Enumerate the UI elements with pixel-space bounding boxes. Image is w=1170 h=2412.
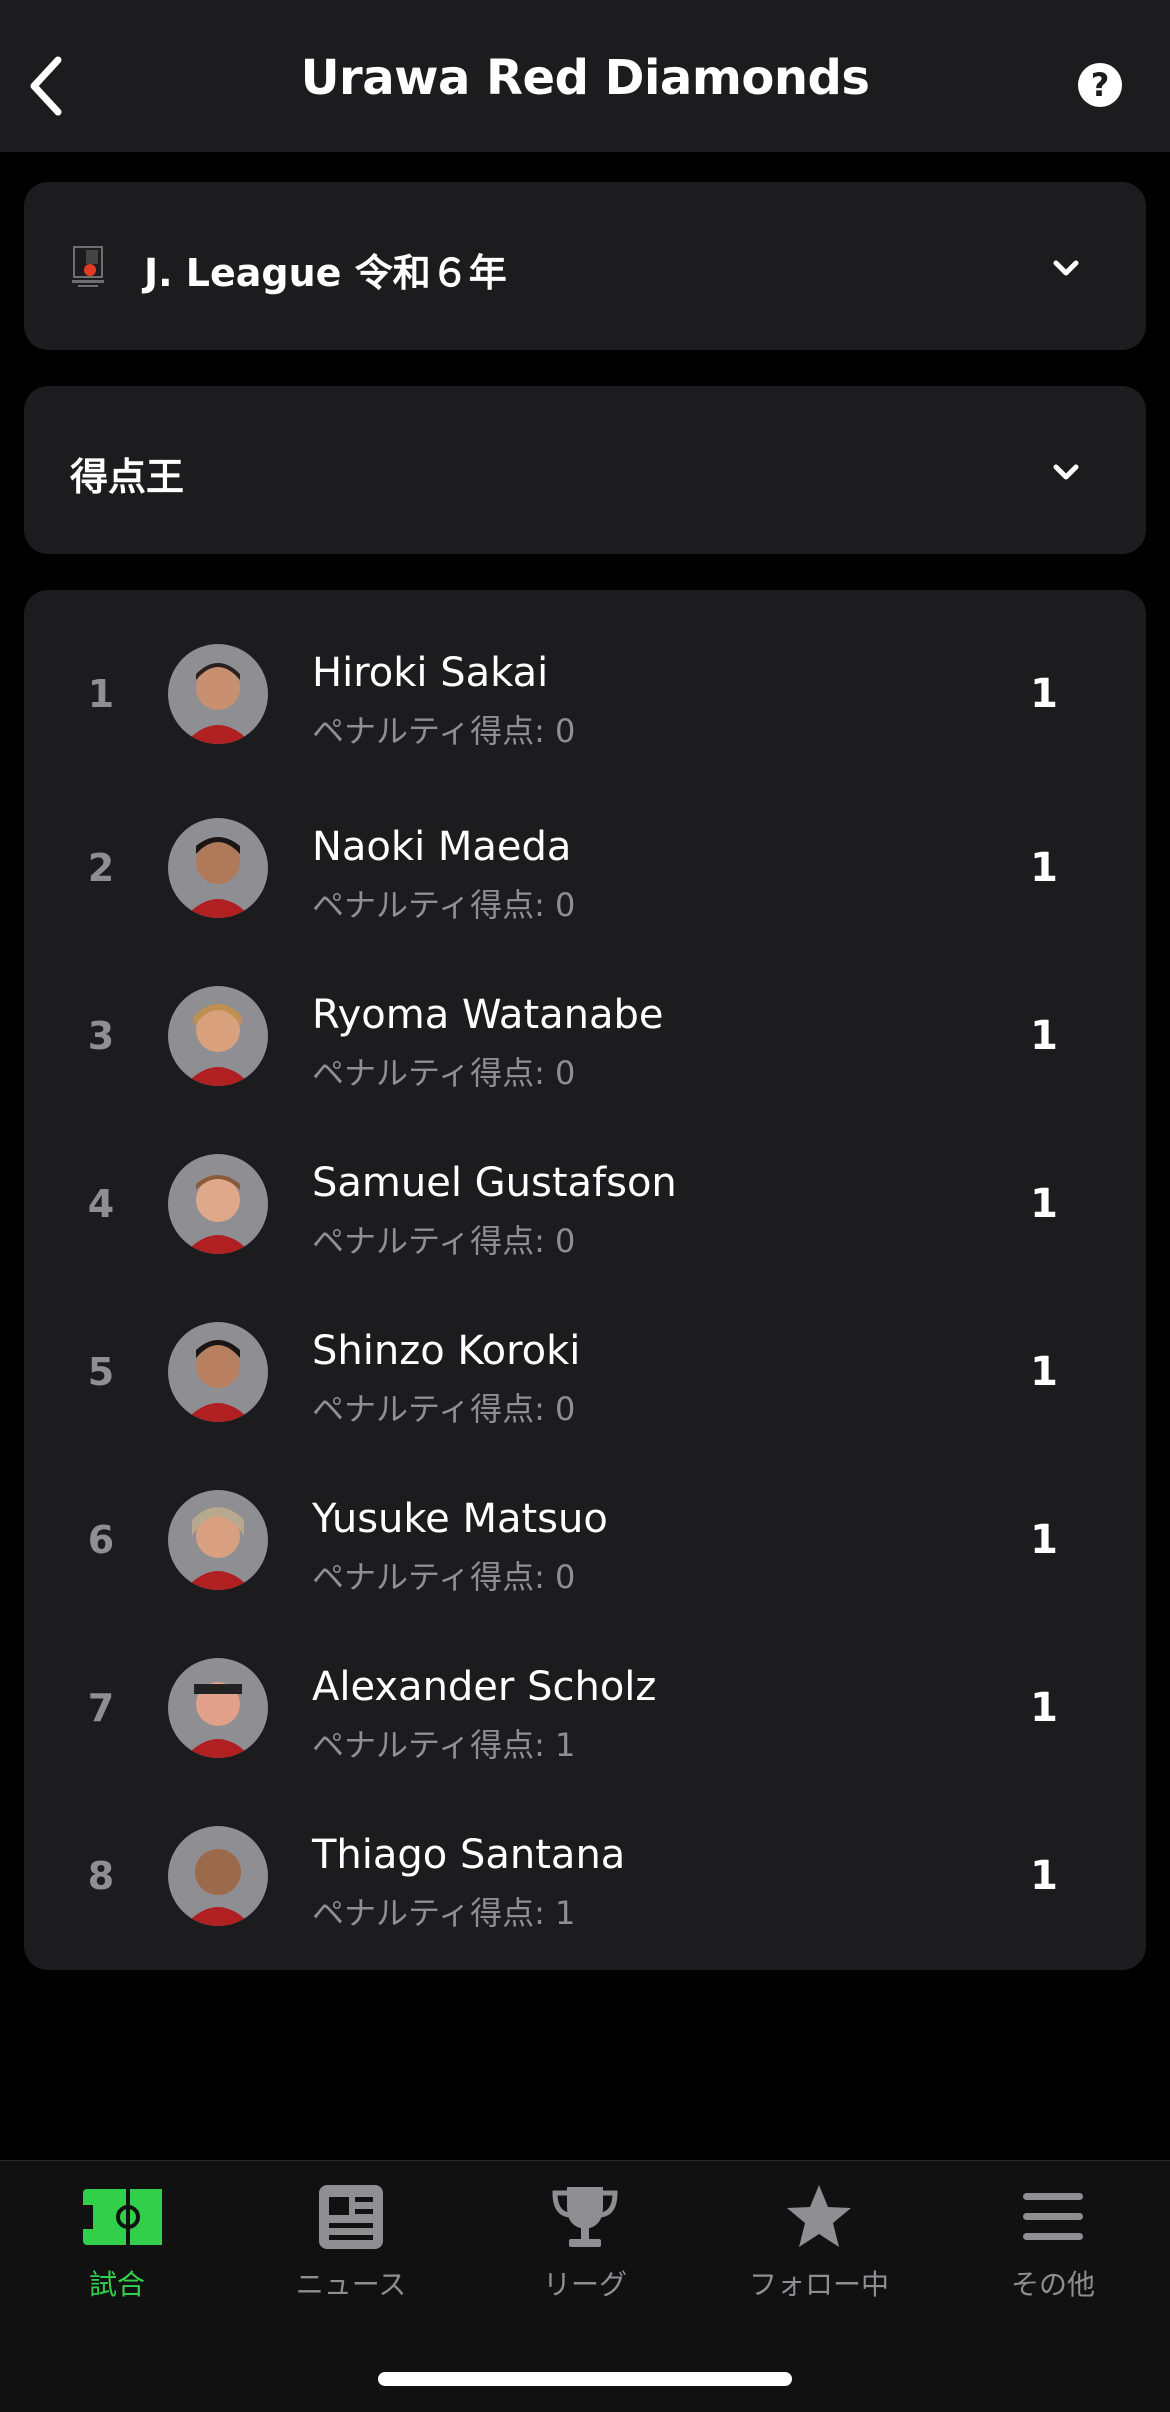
player-rank: 5	[87, 1350, 115, 1394]
player-name: Ryoma Watanabe	[312, 992, 664, 1038]
list-item[interactable]: 2 Naoki Maeda ペナルティ得点: 0 1	[24, 784, 1146, 952]
penalty-goals: ペナルティ得点: 0	[312, 1558, 576, 1596]
tab-more[interactable]: その他	[936, 2183, 1170, 2333]
tab-label: ニュース	[295, 2268, 407, 2301]
league-dropdown[interactable]: J. League 令和６年	[24, 182, 1146, 350]
tab-news[interactable]: ニュース	[234, 2183, 468, 2333]
stat-dropdown[interactable]: 得点王	[24, 386, 1146, 554]
top-scorers-list: 1 Hiroki Sakai ペナルティ得点: 0 1 2 Naoki Maed…	[24, 590, 1146, 1970]
chevron-down-icon	[1053, 260, 1079, 276]
tab-label: その他	[1010, 2268, 1095, 2301]
penalty-goals: ペナルティ得点: 1	[312, 1726, 576, 1764]
trophy-icon	[552, 2187, 618, 2247]
player-avatar	[168, 986, 268, 1086]
tab-matches[interactable]: 試合	[0, 2183, 234, 2333]
chevron-down-icon	[1053, 464, 1079, 480]
list-item[interactable]: 8 Thiago Santana ペナルティ得点: 1 1	[24, 1792, 1146, 1960]
penalty-goals: ペナルティ得点: 0	[312, 1390, 576, 1428]
player-avatar	[168, 1658, 268, 1758]
player-rank: 6	[87, 1518, 115, 1562]
penalty-goals: ペナルティ得点: 0	[312, 712, 576, 750]
help-button[interactable]: ?	[1078, 63, 1122, 107]
jleague-logo-icon	[72, 246, 104, 287]
penalty-goals: ペナルティ得点: 1	[312, 1894, 576, 1932]
goal-count: 1	[1030, 1517, 1058, 1563]
tab-label: 試合	[88, 2268, 145, 2301]
list-item[interactable]: 6 Yusuke Matsuo ペナルティ得点: 0 1	[24, 1456, 1146, 1624]
goal-count: 1	[1030, 1853, 1058, 1899]
player-avatar	[168, 818, 268, 918]
player-name: Yusuke Matsuo	[312, 1496, 608, 1542]
star-icon	[787, 2185, 851, 2247]
player-rank: 8	[87, 1854, 115, 1898]
list-item[interactable]: 7 Alexander Scholz ペナルティ得点: 1 1	[24, 1624, 1146, 1792]
player-name: Thiago Santana	[312, 1832, 626, 1878]
page-title: Urawa Red Diamonds	[300, 50, 870, 106]
list-item[interactable]: 1 Hiroki Sakai ペナルティ得点: 0 1	[24, 610, 1146, 778]
player-name: Samuel Gustafson	[312, 1160, 677, 1206]
penalty-goals: ペナルティ得点: 0	[312, 1054, 576, 1092]
tab-following[interactable]: フォロー中	[702, 2183, 936, 2333]
player-name: Hiroki Sakai	[312, 650, 549, 696]
goal-count: 1	[1030, 845, 1058, 891]
player-avatar	[168, 1322, 268, 1422]
player-rank: 4	[87, 1182, 115, 1226]
player-avatar	[168, 1490, 268, 1590]
list-item[interactable]: 4 Samuel Gustafson ペナルティ得点: 0 1	[24, 1120, 1146, 1288]
news-icon	[319, 2185, 383, 2249]
player-name: Alexander Scholz	[312, 1664, 657, 1710]
goal-count: 1	[1030, 1685, 1058, 1731]
league-label: J. League 令和６年	[144, 251, 507, 295]
player-avatar	[168, 1154, 268, 1254]
goal-count: 1	[1030, 1349, 1058, 1395]
player-avatar	[168, 1826, 268, 1926]
home-indicator[interactable]	[378, 2372, 792, 2386]
player-rank: 3	[87, 1014, 115, 1058]
player-rank: 7	[87, 1686, 115, 1730]
goal-count: 1	[1030, 671, 1058, 717]
player-name: Naoki Maeda	[312, 824, 572, 870]
tab-label: フォロー中	[748, 2268, 889, 2301]
list-item[interactable]: 3 Ryoma Watanabe ペナルティ得点: 0 1	[24, 952, 1146, 1120]
top-bar: Urawa Red Diamonds ?	[0, 0, 1170, 152]
penalty-goals: ペナルティ得点: 0	[312, 1222, 576, 1260]
goal-count: 1	[1030, 1013, 1058, 1059]
menu-icon	[1023, 2193, 1083, 2240]
tab-league[interactable]: リーグ	[468, 2183, 702, 2333]
player-rank: 2	[87, 846, 115, 890]
penalty-goals: ペナルティ得点: 0	[312, 886, 576, 924]
goal-count: 1	[1030, 1181, 1058, 1227]
player-rank: 1	[87, 672, 115, 716]
pitch-icon	[83, 2189, 162, 2245]
player-name: Shinzo Koroki	[312, 1328, 581, 1374]
tab-label: リーグ	[542, 2268, 627, 2301]
player-avatar	[168, 644, 268, 744]
stat-label: 得点王	[70, 455, 185, 499]
list-item[interactable]: 5 Shinzo Koroki ペナルティ得点: 0 1	[24, 1288, 1146, 1456]
